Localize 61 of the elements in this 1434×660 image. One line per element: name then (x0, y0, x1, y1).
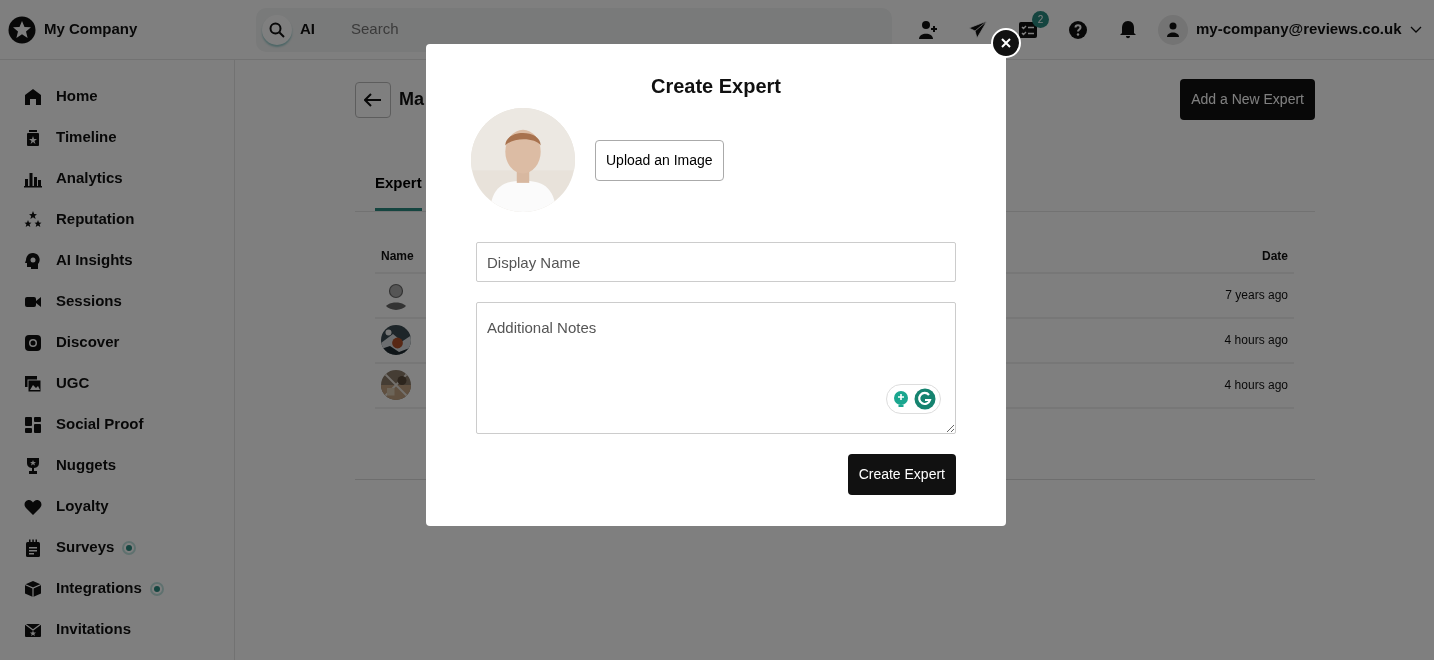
count-badge: 2 (1032, 10, 1049, 28)
bulb-icon (891, 390, 910, 408)
tab[interactable]: Expert (375, 172, 422, 211)
cube-icon (24, 579, 42, 598)
sidebar-item[interactable]: Surveys (0, 527, 234, 568)
head-bulb-icon (24, 251, 42, 270)
camera-icon (24, 333, 42, 352)
stars-icon (24, 210, 42, 229)
date-cell-text: 4 hours ago (1224, 377, 1288, 394)
star-logo-icon (8, 15, 36, 44)
sidebar-item[interactable]: Invitations (0, 609, 234, 650)
modal-title: Create Expert (649, 74, 783, 98)
sidebar-item[interactable]: Reputation (0, 199, 234, 240)
sidebar-item[interactable]: AI Insights (0, 240, 234, 281)
bell-icon[interactable] (1118, 19, 1138, 40)
search-icon (269, 21, 285, 38)
close-button[interactable] (991, 28, 1021, 58)
sidebar-item[interactable]: Discover (0, 322, 234, 363)
chevron-down-icon[interactable] (1409, 25, 1422, 34)
back-button[interactable] (355, 81, 391, 118)
page-title: Ma (399, 88, 424, 111)
company-name: My Company (44, 19, 138, 40)
account-email[interactable]: my-company@reviews.co.uk (1196, 18, 1402, 41)
sidebar-item[interactable]: Social Proof (0, 404, 234, 445)
sidebar-item[interactable]: Home (0, 76, 234, 117)
checklist-icon[interactable] (1018, 19, 1038, 40)
help-icon[interactable] (1068, 19, 1088, 40)
calendar-star-icon (24, 128, 42, 147)
column-header: Date (1262, 247, 1288, 265)
notepad-icon (24, 538, 42, 557)
sidebar-item[interactable]: Timeline (0, 117, 234, 158)
arrow-left-icon (364, 92, 382, 107)
home-icon (24, 87, 42, 106)
sidebar-item[interactable]: Analytics (0, 158, 234, 199)
column-header: Name (381, 247, 414, 265)
search-field[interactable]: Search (349, 17, 769, 42)
close-icon (1001, 38, 1011, 48)
notes-field[interactable]: Additional Notes (476, 302, 956, 434)
sidebar-item[interactable]: UGC (0, 363, 234, 404)
trophy-icon (24, 456, 42, 475)
search-button[interactable] (262, 14, 292, 45)
sidebar-item[interactable]: Loyalty (0, 486, 234, 527)
search-bar[interactable]: AI Search (256, 7, 892, 52)
add-user-icon[interactable] (918, 19, 938, 40)
images-icon (24, 374, 42, 393)
sidebar-item[interactable]: Sessions (0, 281, 234, 322)
heart-icon (24, 497, 42, 516)
assistant-logo-icon (913, 388, 936, 410)
date-cell-text: 4 hours ago (1224, 332, 1288, 349)
upload-button[interactable]: Upload an Image (595, 139, 724, 181)
user-icon (1166, 21, 1180, 38)
account-avatar[interactable] (1158, 14, 1188, 45)
sidebar-item[interactable]: Nuggets (0, 445, 234, 486)
ai-label: AI (300, 19, 315, 40)
date-cell-text: 7 years ago (1225, 287, 1288, 304)
add-expert-button[interactable]: Add a New Expert (1180, 79, 1315, 120)
sidebar-item[interactable]: Integrations (0, 568, 234, 609)
create-expert-button[interactable]: Create Expert (847, 454, 956, 495)
send-icon[interactable] (968, 19, 988, 40)
layout-grid-icon (24, 415, 42, 434)
display-name-field[interactable]: Display Name (476, 242, 956, 282)
